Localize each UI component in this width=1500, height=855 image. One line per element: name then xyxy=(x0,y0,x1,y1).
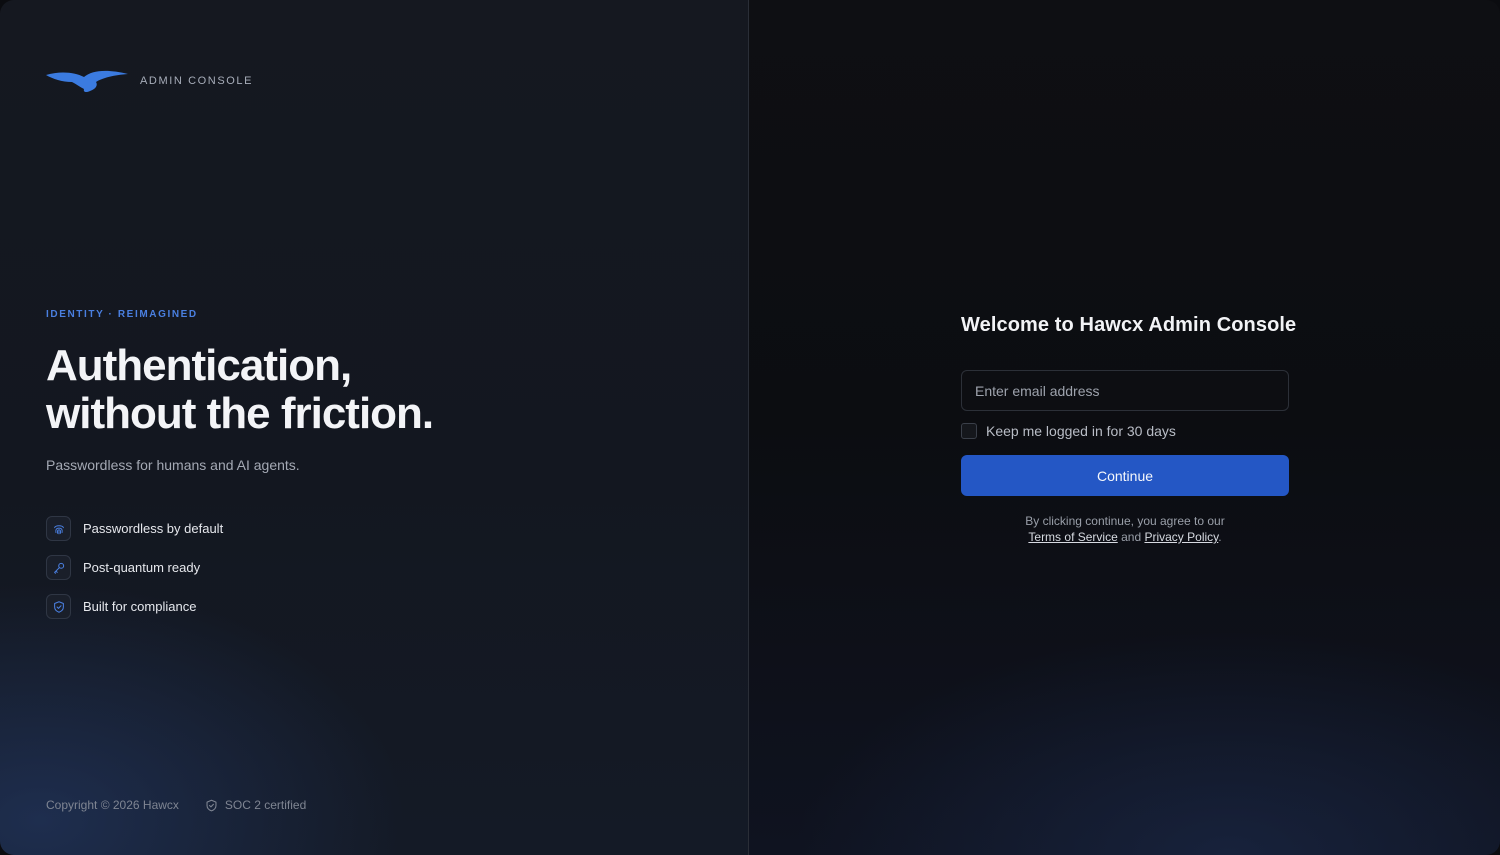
eyebrow-label: IDENTITY · REIMAGINED xyxy=(46,309,198,320)
feature-list: Passwordless by default Post-quantum rea… xyxy=(46,516,223,633)
feature-label: Post-quantum ready xyxy=(83,560,201,575)
subheadline: Passwordless for humans and AI agents. xyxy=(46,457,300,473)
hawk-logo-icon xyxy=(46,70,128,93)
key-icon xyxy=(46,555,71,580)
hero-panel: ADMIN CONSOLE IDENTITY · REIMAGINED Auth… xyxy=(0,0,749,855)
legal-notice: By clicking continue, you agree to our T… xyxy=(961,513,1289,545)
privacy-link[interactable]: Privacy Policy xyxy=(1144,530,1218,544)
fingerprint-icon xyxy=(46,516,71,541)
login-panel: Welcome to Hawcx Admin Console Keep me l… xyxy=(749,0,1500,855)
terms-link[interactable]: Terms of Service xyxy=(1028,530,1117,544)
remember-checkbox[interactable] xyxy=(961,423,977,439)
feature-item: Passwordless by default xyxy=(46,516,223,541)
legal-prefix: By clicking continue, you agree to our xyxy=(1025,514,1225,528)
email-input[interactable] xyxy=(961,370,1289,411)
headline-line-1: Authentication, xyxy=(46,341,352,390)
feature-label: Built for compliance xyxy=(83,599,197,614)
footer: Copyright © 2026 Hawcx SOC 2 certified xyxy=(46,798,306,812)
feature-item: Post-quantum ready xyxy=(46,555,223,580)
remember-label: Keep me logged in for 30 days xyxy=(986,423,1176,439)
soc-label: SOC 2 certified xyxy=(224,798,307,812)
login-form: Welcome to Hawcx Admin Console Keep me l… xyxy=(961,314,1297,545)
continue-button[interactable]: Continue xyxy=(961,455,1289,496)
headline: Authentication, without the friction. xyxy=(46,341,434,438)
shield-check-icon xyxy=(206,799,217,811)
copyright: Copyright © 2026 Hawcx xyxy=(46,798,179,812)
legal-suffix: . xyxy=(1218,530,1222,544)
shield-check-icon xyxy=(46,594,71,619)
legal-and: and xyxy=(1121,530,1142,544)
console-label: ADMIN CONSOLE xyxy=(140,75,254,87)
headline-line-2: without the friction. xyxy=(46,389,434,438)
feature-item: Built for compliance xyxy=(46,594,223,619)
app-frame: ADMIN CONSOLE IDENTITY · REIMAGINED Auth… xyxy=(0,0,1500,855)
feature-label: Passwordless by default xyxy=(83,521,224,536)
soc-badge: SOC 2 certified xyxy=(205,798,306,812)
remember-me[interactable]: Keep me logged in for 30 days xyxy=(961,423,1289,439)
login-title: Welcome to Hawcx Admin Console xyxy=(961,314,1297,336)
brand: ADMIN CONSOLE xyxy=(46,66,253,96)
